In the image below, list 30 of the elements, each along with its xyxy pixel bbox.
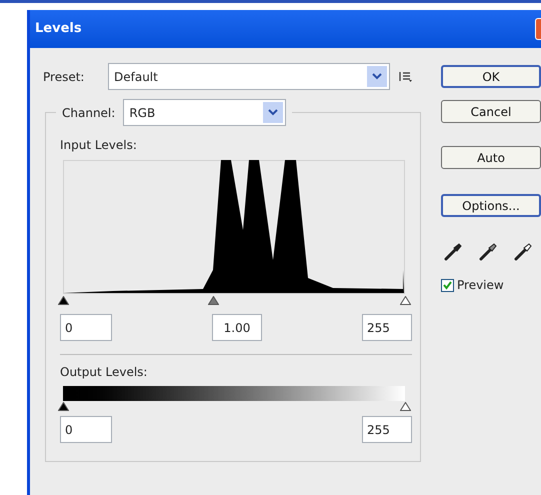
- dialog-button[interactable]: Options...: [441, 194, 541, 217]
- preview-checkbox[interactable]: [441, 278, 454, 292]
- slider-handle-icon[interactable]: [400, 296, 411, 305]
- preset-label: Preset:: [43, 68, 86, 86]
- value-field[interactable]: 1.00: [212, 314, 262, 341]
- window-title: Levels: [35, 20, 82, 38]
- input-levels-label: Input Levels:: [60, 137, 138, 154]
- preset-menu-icon[interactable]: [399, 70, 413, 82]
- slider-handle-icon[interactable]: [400, 402, 411, 411]
- close-icon[interactable]: [535, 18, 541, 40]
- slider-handle-icon[interactable]: [58, 402, 69, 411]
- value-field[interactable]: 0: [60, 314, 112, 341]
- channel-label: Channel:: [62, 104, 116, 122]
- preset-dropdown[interactable]: Default: [108, 63, 390, 90]
- dropdown-caret-icon[interactable]: [367, 66, 387, 87]
- output-levels-label: Output Levels:: [60, 364, 148, 381]
- eyedropper-icon[interactable]: [513, 242, 533, 262]
- value-field[interactable]: 0: [60, 416, 112, 443]
- slider-handle-icon[interactable]: [208, 296, 220, 305]
- dialog-button[interactable]: OK: [441, 65, 541, 88]
- eyedropper-icon[interactable]: [443, 242, 463, 262]
- channel-dropdown[interactable]: RGB: [123, 99, 286, 126]
- preview-label: Preview: [457, 277, 504, 294]
- dialog-button[interactable]: Auto: [441, 146, 541, 169]
- value-field[interactable]: 255: [362, 314, 412, 341]
- dialog-button[interactable]: Cancel: [441, 100, 541, 123]
- value-field[interactable]: 255: [362, 416, 412, 443]
- dropdown-caret-icon[interactable]: [263, 102, 284, 123]
- eyedropper-icon[interactable]: [478, 242, 498, 262]
- slider-handle-icon[interactable]: [58, 296, 69, 305]
